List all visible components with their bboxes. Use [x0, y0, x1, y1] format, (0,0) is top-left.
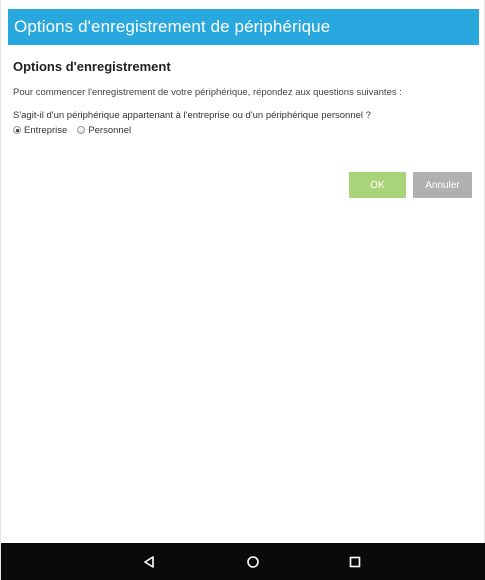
- recent-apps-square-icon: [349, 556, 361, 567]
- home-button[interactable]: [233, 543, 273, 580]
- ok-button[interactable]: OK: [349, 172, 406, 198]
- android-nav-bar: [1, 543, 485, 580]
- registration-form: Options d'enregistrement Pour commencer …: [13, 58, 478, 137]
- ownership-question: S'agit-il d'un périphérique appartenant …: [13, 110, 371, 121]
- radio-button-entreprise[interactable]: [13, 126, 21, 134]
- section-title: Options d'enregistrement: [13, 59, 171, 74]
- radio-label-personnel: Personnel: [88, 124, 132, 136]
- recent-apps-button[interactable]: [335, 543, 375, 580]
- ownership-radio-group: Entreprise Personnel: [13, 123, 478, 137]
- home-circle-icon: [247, 555, 259, 568]
- radio-button-personnel[interactable]: [77, 126, 86, 134]
- back-button[interactable]: [129, 543, 169, 580]
- radio-option-personnel[interactable]: Personnel: [77, 125, 131, 136]
- back-triangle-icon: [144, 555, 154, 568]
- page-title: Options d'enregistrement de périphérique: [14, 17, 331, 36]
- intro-text: Pour commencer l'enregistrement de votre…: [13, 87, 402, 98]
- radio-label-entreprise: Entreprise: [24, 124, 68, 136]
- radio-option-entreprise[interactable]: Entreprise: [13, 125, 67, 136]
- app-header: Options d'enregistrement de périphérique: [8, 9, 479, 45]
- cancel-button[interactable]: Annuler: [413, 172, 472, 198]
- device-screen: Options d'enregistrement de périphérique…: [0, 0, 485, 580]
